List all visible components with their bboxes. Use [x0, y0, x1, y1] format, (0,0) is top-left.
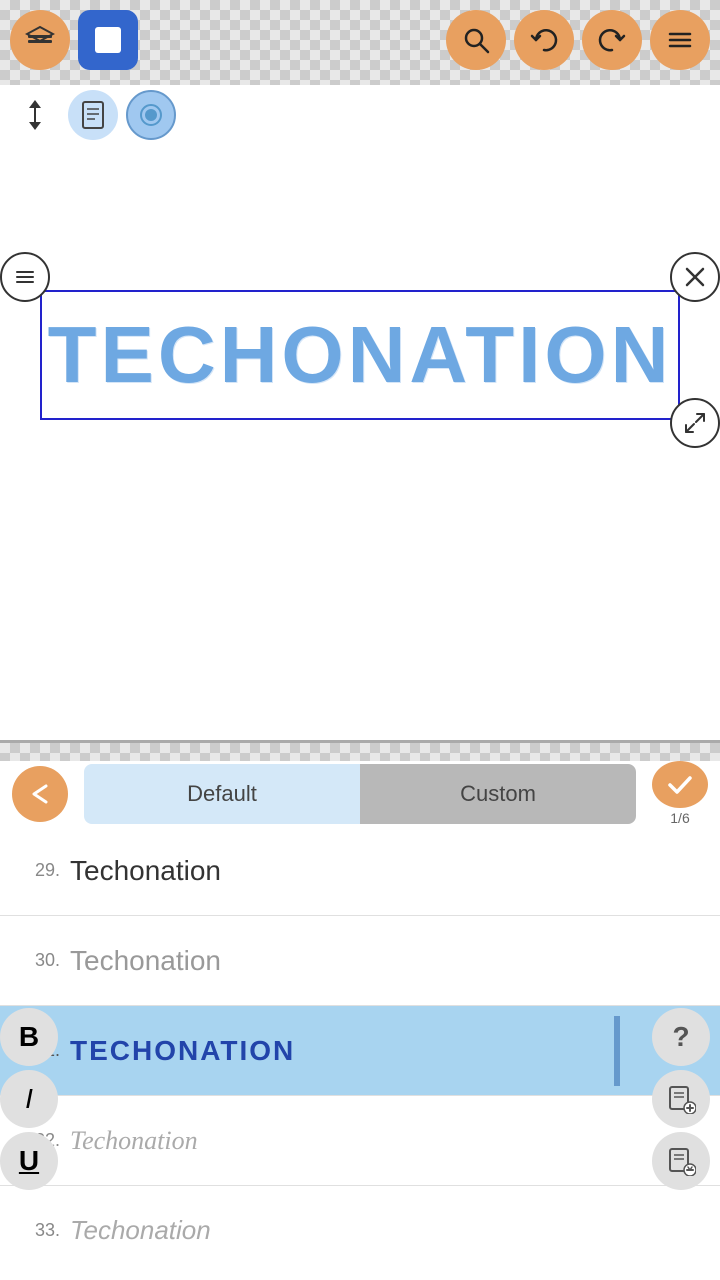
selection-bar: [614, 1016, 620, 1086]
square-icon: [90, 22, 126, 58]
tab-custom[interactable]: Custom: [360, 764, 636, 824]
tab-custom-label: Custom: [460, 781, 536, 807]
font-row-32[interactable]: 32. Techonation: [0, 1096, 720, 1186]
page-settings-button[interactable]: [652, 1132, 710, 1190]
menu-button[interactable]: [650, 10, 710, 70]
tabs-row: Default Custom 1/6: [0, 761, 720, 826]
circle-option-button[interactable]: [126, 90, 176, 140]
italic-label: I: [25, 1083, 33, 1115]
canvas-menu-button[interactable]: [0, 252, 50, 302]
back-arrow-icon: [26, 780, 54, 808]
question-mark-icon: ?: [672, 1021, 689, 1053]
font-name-33: Techonation: [70, 1215, 710, 1246]
right-side-buttons: ?: [652, 1008, 720, 1190]
text-element[interactable]: TECHONATION: [40, 290, 680, 420]
document-button[interactable]: [68, 90, 118, 140]
radio-circle-icon: [138, 102, 164, 128]
font-number-29: 29.: [10, 860, 70, 881]
tab-default-label: Default: [187, 781, 257, 807]
back-button-container: [0, 761, 80, 826]
redo-button[interactable]: [582, 10, 642, 70]
italic-button[interactable]: I: [0, 1070, 58, 1128]
underline-button[interactable]: U: [0, 1132, 58, 1190]
font-name-30: Techonation: [70, 945, 710, 977]
font-row-30[interactable]: 30. Techonation: [0, 916, 720, 1006]
font-row-29[interactable]: 29. Techonation: [0, 826, 720, 916]
white-canvas: [0, 90, 720, 750]
font-name-32: Techonation: [70, 1126, 710, 1156]
canvas-resize-button[interactable]: [670, 398, 720, 448]
tab-default[interactable]: Default: [84, 764, 360, 824]
tabs-container: Default Custom: [84, 764, 636, 824]
font-row-31[interactable]: 31. TECHONATION: [0, 1006, 720, 1096]
help-button[interactable]: ?: [652, 1008, 710, 1066]
vertical-arrows-icon: [22, 98, 48, 132]
font-number-33: 33.: [10, 1220, 70, 1241]
canvas-close-button[interactable]: [670, 252, 720, 302]
add-document-icon: [666, 1084, 696, 1114]
bold-button[interactable]: B: [0, 1008, 58, 1066]
font-number-30: 30.: [10, 950, 70, 971]
confirm-button-container: 1/6: [640, 761, 720, 826]
checkmark-icon: [665, 770, 695, 800]
top-toolbar: [0, 0, 720, 80]
layers-button[interactable]: [10, 10, 70, 70]
undo-button[interactable]: [514, 10, 574, 70]
font-row-33[interactable]: 33. Techonation: [0, 1186, 720, 1246]
close-icon: [683, 265, 707, 289]
underline-label: U: [19, 1145, 39, 1177]
search-button[interactable]: [446, 10, 506, 70]
undo-icon: [530, 26, 558, 54]
menu-circle-icon: [12, 264, 38, 290]
bottom-panel: Default Custom 1/6 29. Techonation 30. T…: [0, 740, 720, 1280]
panel-checker-border: [0, 743, 720, 761]
resize-icon: [682, 410, 708, 436]
bold-label: B: [19, 1021, 39, 1053]
document-icon: [80, 100, 106, 130]
confirm-button[interactable]: [652, 761, 708, 808]
page-indicator: 1/6: [670, 810, 689, 826]
left-side-buttons: B I U: [0, 1008, 68, 1190]
layers-icon: [25, 25, 55, 55]
font-name-29: Techonation: [70, 855, 710, 887]
back-button[interactable]: [12, 766, 68, 822]
hamburger-icon: [666, 26, 694, 54]
search-icon: [462, 26, 490, 54]
resize-arrows-button[interactable]: [10, 90, 60, 140]
shape-button[interactable]: [78, 10, 138, 70]
canvas-text: TECHONATION: [48, 309, 673, 401]
second-toolbar: [0, 85, 720, 145]
redo-icon: [598, 26, 626, 54]
document-settings-icon: [666, 1146, 696, 1176]
font-list[interactable]: 29. Techonation 30. Techonation 31. TECH…: [0, 826, 720, 1246]
add-page-button[interactable]: [652, 1070, 710, 1128]
